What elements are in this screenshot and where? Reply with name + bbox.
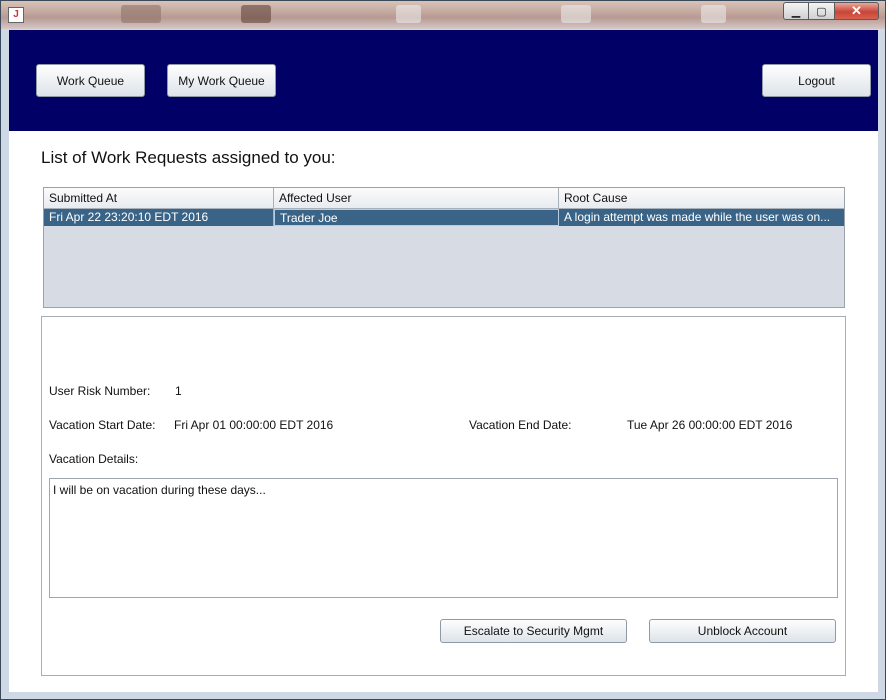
vacation-details-label: Vacation Details:	[49, 452, 139, 466]
unblock-account-button[interactable]: Unblock Account	[649, 619, 836, 643]
background-blur	[701, 5, 726, 23]
column-header-root-cause[interactable]: Root Cause	[559, 188, 844, 208]
background-blur	[241, 5, 271, 23]
vacation-end-label: Vacation End Date:	[469, 418, 572, 432]
minimize-button[interactable]: ▁	[783, 2, 809, 20]
cell-affected-user: Trader Joe	[274, 209, 559, 226]
page-title: List of Work Requests assigned to you:	[41, 148, 336, 167]
vacation-start-value: Fri Apr 01 00:00:00 EDT 2016	[174, 418, 334, 432]
column-header-affected-user[interactable]: Affected User	[274, 188, 559, 208]
table-header: Submitted At Affected User Root Cause	[44, 188, 844, 209]
app-window: J ▁ ▢ ✕ Work Queue My Work Queue Logout …	[0, 0, 886, 700]
window-controls: ▁ ▢ ✕	[783, 2, 879, 21]
minimize-icon: ▁	[791, 5, 801, 18]
java-icon[interactable]: J	[8, 7, 24, 23]
logout-button[interactable]: Logout	[762, 64, 871, 97]
title-bar[interactable]: J ▁ ▢ ✕	[1, 1, 885, 29]
table-row[interactable]: Fri Apr 22 23:20:10 EDT 2016 Trader Joe …	[44, 209, 844, 226]
vacation-start-label: Vacation Start Date:	[49, 418, 156, 432]
background-blur	[121, 5, 161, 23]
cell-root-cause: A login attempt was made while the user …	[564, 210, 831, 224]
client-area: Work Queue My Work Queue Logout List of …	[9, 30, 878, 692]
close-button[interactable]: ✕	[835, 2, 879, 20]
vacation-details-textarea[interactable]: I will be on vacation during these days.…	[49, 478, 838, 598]
vacation-end-value: Tue Apr 26 00:00:00 EDT 2016	[627, 418, 793, 432]
header-bar: Work Queue My Work Queue Logout	[9, 30, 878, 131]
work-requests-table[interactable]: Submitted At Affected User Root Cause Fr…	[43, 187, 845, 308]
background-blur	[396, 5, 421, 23]
background-blur	[561, 5, 591, 23]
risk-number-value: 1	[175, 384, 182, 398]
maximize-button[interactable]: ▢	[809, 2, 835, 20]
escalate-button[interactable]: Escalate to Security Mgmt	[440, 619, 627, 643]
maximize-icon: ▢	[816, 5, 827, 18]
request-details-panel: User Risk Number: 1 Vacation Start Date:…	[41, 316, 846, 676]
column-header-submitted-at[interactable]: Submitted At	[44, 188, 274, 208]
risk-number-label: User Risk Number:	[49, 384, 151, 398]
cell-submitted-at: Fri Apr 22 23:20:10 EDT 2016	[44, 209, 274, 226]
work-queue-button[interactable]: Work Queue	[36, 64, 145, 97]
my-work-queue-button[interactable]: My Work Queue	[167, 64, 276, 97]
close-icon: ✕	[851, 3, 862, 18]
